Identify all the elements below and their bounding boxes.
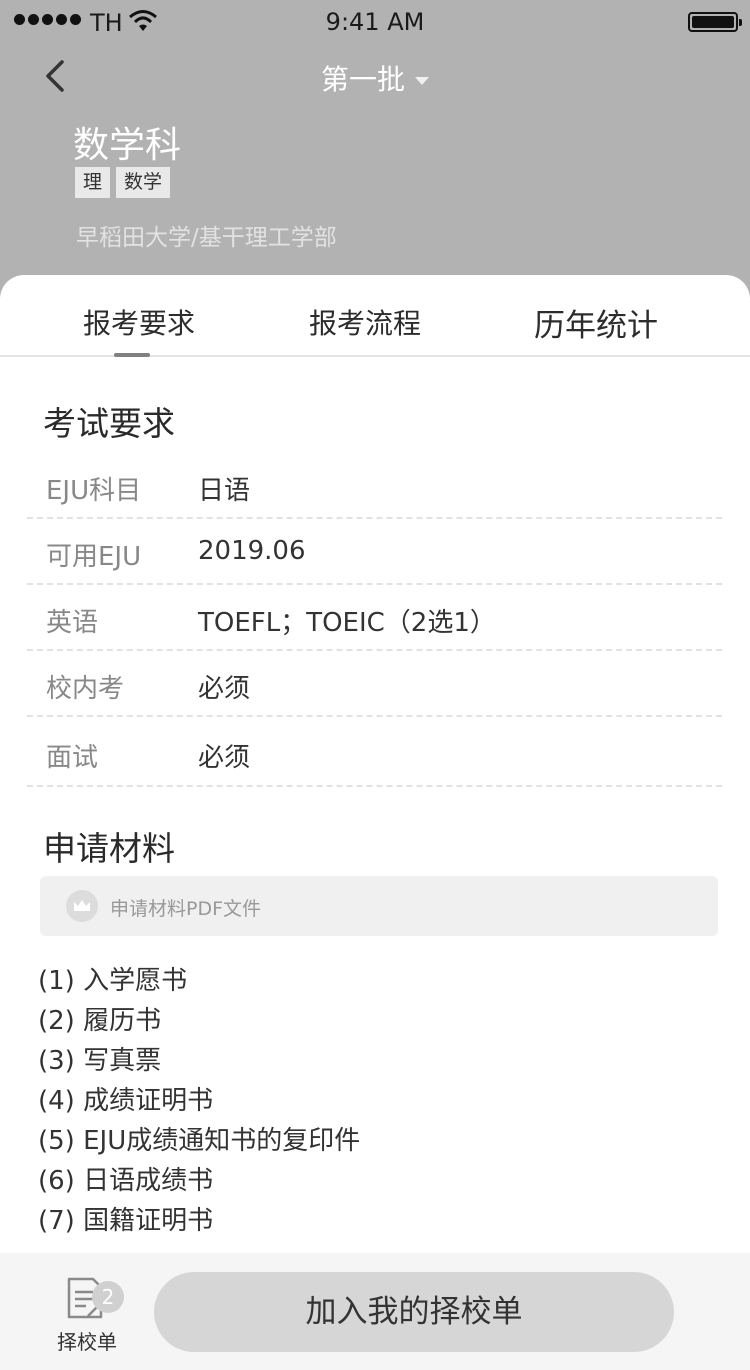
major-title: 数学科 [73, 125, 182, 166]
clock: 9:41 AM [325, 8, 425, 36]
tab-process[interactable]: 报考流程 [309, 302, 421, 342]
school-list-label: 择校单 [57, 1330, 117, 1354]
row-label: EJU科目 [46, 476, 142, 506]
row-label: 英语 [46, 608, 99, 638]
tag: 理 [75, 167, 111, 198]
content-sheet: 报考要求 报考流程 历年统计 考试要求 EJU科目 日语 可用EJU 2019.… [0, 275, 750, 1370]
list-item: (5) EJU成绩通知书的复印件 [38, 1126, 361, 1156]
list-item: (2) 履历书 [38, 1006, 162, 1036]
crown-icon [66, 890, 98, 922]
tag-list: 理 数学 [75, 167, 171, 198]
table-row: 英语 TOEFL；TOEIC（2选1） [27, 585, 722, 651]
row-value: 日语 [198, 476, 251, 506]
status-bar: TH 9:41 AM [0, 0, 750, 42]
screen: TH 9:41 AM 第一批 数学科 理 数学 早稻田大学/基干理工学部 报考要… [0, 0, 750, 1370]
list-item: (4) 成绩证明书 [38, 1086, 214, 1116]
chevron-down-icon [415, 77, 429, 85]
materials-list: (1) 入学愿书 (2) 履历书 (3) 写真票 (4) 成绩证明书 (5) E… [38, 961, 360, 1241]
list-item: (6) 日语成绩书 [38, 1166, 214, 1196]
materials-title: 申请材料 [43, 829, 175, 868]
pdf-label: 申请材料PDF文件 [110, 898, 262, 920]
batch-selector[interactable]: 第一批 [0, 58, 750, 98]
table-row: 可用EJU 2019.06 [27, 519, 722, 585]
row-label: 可用EJU [46, 542, 142, 572]
school-list-button[interactable]: 2 择校单 [52, 1271, 132, 1361]
list-item: (3) 写真票 [38, 1046, 162, 1076]
active-tab-indicator [114, 353, 150, 357]
bottom-bar: 2 择校单 加入我的择校单 [0, 1253, 750, 1370]
add-to-school-list-button[interactable]: 加入我的择校单 [154, 1272, 674, 1352]
tag: 数学 [116, 167, 171, 198]
exam-requirements-title: 考试要求 [43, 404, 175, 443]
row-value: 必须 [198, 674, 251, 704]
tab-requirements[interactable]: 报考要求 [83, 302, 195, 342]
table-row: 面试 必须 [27, 717, 722, 787]
table-row: 校内考 必须 [27, 651, 722, 717]
school-name: 早稻田大学/基干理工学部 [76, 225, 337, 251]
count-badge: 2 [92, 1281, 124, 1313]
tab-statistics[interactable]: 历年统计 [534, 300, 658, 345]
requirements-table: EJU科目 日语 可用EJU 2019.06 英语 TOEFL；TOEIC（2选… [27, 453, 722, 787]
row-label: 校内考 [46, 674, 125, 704]
tab-bar: 报考要求 报考流程 历年统计 [0, 275, 750, 357]
row-value: 2019.06 [198, 536, 306, 566]
row-value: 必须 [198, 743, 251, 773]
battery-icon [688, 12, 742, 32]
list-item: (1) 入学愿书 [38, 966, 188, 996]
row-value: TOEFL；TOEIC（2选1） [198, 608, 496, 638]
row-label: 面试 [46, 743, 99, 773]
table-row: EJU科目 日语 [27, 453, 722, 519]
materials-pdf-link[interactable]: 申请材料PDF文件 [40, 876, 718, 936]
list-item: (7) 国籍证明书 [38, 1206, 214, 1236]
batch-title: 第一批 [320, 63, 405, 96]
